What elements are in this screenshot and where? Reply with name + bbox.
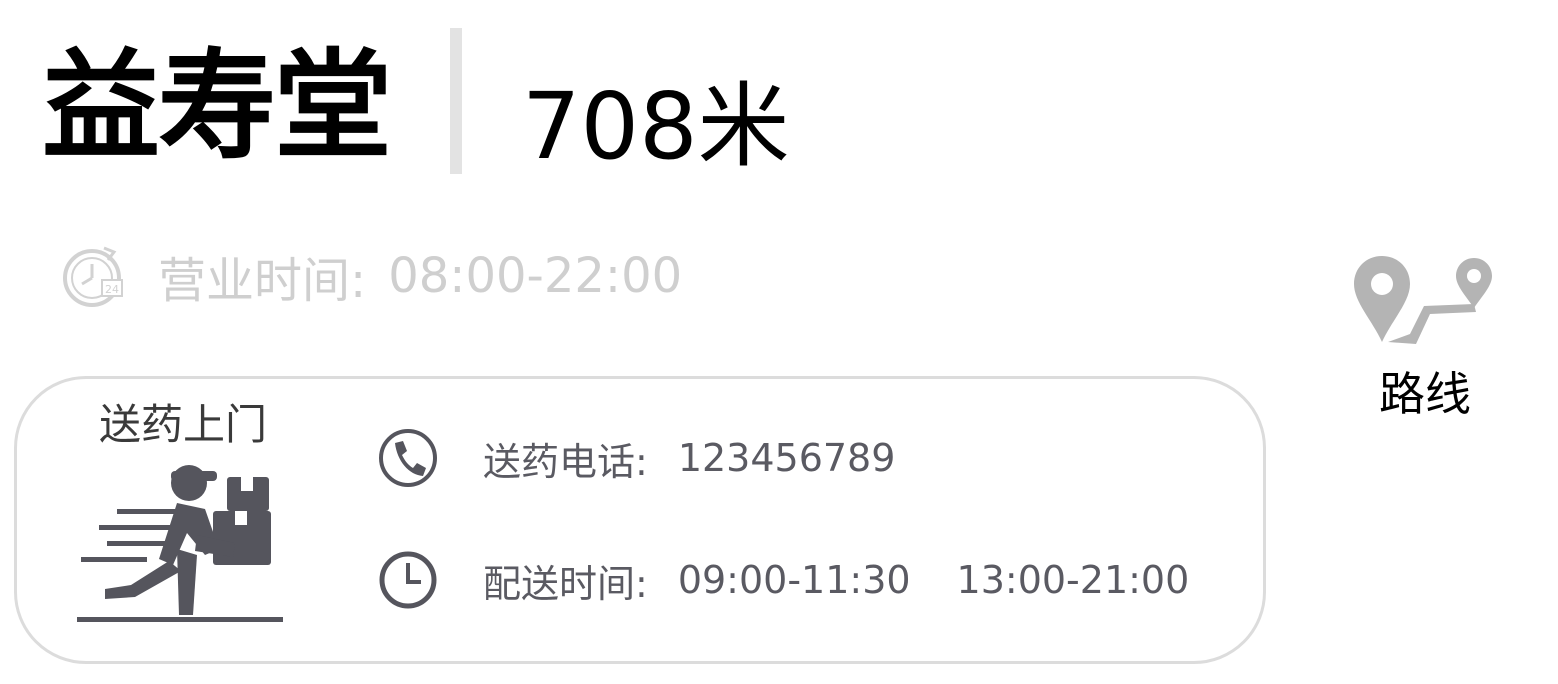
business-hours-value: 08:00-22:00 [388,248,683,304]
delivery-time-label: 配送时间: [483,561,648,606]
delivery-time-row: 配送时间: 09:00-11:30 13:00-21:00 [377,547,1189,613]
business-hours-label: 营业时间: [158,253,367,309]
delivery-time-slot-1: 09:00-11:30 [677,558,911,602]
delivery-card: 送药上门 送药电话: 123456789 配送时间: 09:00-11:30 1… [14,376,1266,664]
title-divider [450,28,462,174]
delivery-title: 送药上门 [99,400,268,449]
svg-text:24: 24 [105,283,119,296]
route-label: 路线 [1379,367,1471,421]
delivery-phone-row[interactable]: 送药电话: 123456789 [377,425,895,491]
route-button[interactable]: 路线 [1350,252,1500,442]
business-hours: 24 营业时间: 08:00-22:00 [60,236,682,316]
phone-icon [379,429,437,487]
courier-icon [77,465,283,622]
delivery-phone-value[interactable]: 123456789 [678,436,896,480]
clock-icon [379,551,437,609]
delivery-phone-label: 送药电话: [483,439,648,484]
clock-24-icon: 24 [63,246,123,307]
route-pin-icon [1354,256,1492,344]
store-name: 益寿堂 [42,37,392,175]
store-distance: 708米 [522,73,790,180]
delivery-time-slot-2: 13:00-21:00 [956,558,1190,602]
